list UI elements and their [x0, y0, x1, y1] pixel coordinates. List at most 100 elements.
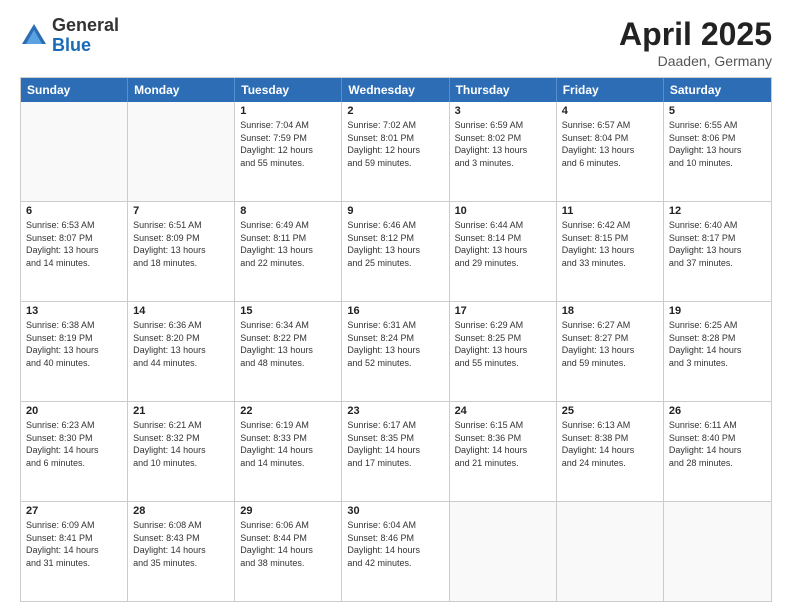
day-number: 15 [240, 305, 336, 317]
day-number: 6 [26, 205, 122, 217]
logo-icon [20, 22, 48, 50]
page: General Blue April 2025 Daaden, Germany … [0, 0, 792, 612]
cal-cell: 14 Sunrise: 6:36 AM Sunset: 8:20 PM Dayli… [128, 302, 235, 401]
cal-cell: 25 Sunrise: 6:13 AM Sunset: 8:38 PM Dayli… [557, 402, 664, 501]
cal-cell: 18 Sunrise: 6:27 AM Sunset: 8:27 PM Dayli… [557, 302, 664, 401]
cal-cell: 23 Sunrise: 6:17 AM Sunset: 8:35 PM Dayli… [342, 402, 449, 501]
day-number: 12 [669, 205, 766, 217]
cal-cell: 10 Sunrise: 6:44 AM Sunset: 8:14 PM Dayli… [450, 202, 557, 301]
cal-cell: 19 Sunrise: 6:25 AM Sunset: 8:28 PM Dayli… [664, 302, 771, 401]
cal-header-sunday: Sunday [21, 78, 128, 102]
day-info: Sunrise: 6:15 AM Sunset: 8:36 PM Dayligh… [455, 419, 551, 469]
day-number: 10 [455, 205, 551, 217]
day-number: 20 [26, 405, 122, 417]
day-number: 7 [133, 205, 229, 217]
day-info: Sunrise: 6:29 AM Sunset: 8:25 PM Dayligh… [455, 319, 551, 369]
day-info: Sunrise: 6:36 AM Sunset: 8:20 PM Dayligh… [133, 319, 229, 369]
cal-cell: 15 Sunrise: 6:34 AM Sunset: 8:22 PM Dayli… [235, 302, 342, 401]
day-info: Sunrise: 6:17 AM Sunset: 8:35 PM Dayligh… [347, 419, 443, 469]
day-info: Sunrise: 6:23 AM Sunset: 8:30 PM Dayligh… [26, 419, 122, 469]
cal-cell: 5Sunrise: 6:55 AM Sunset: 8:06 PM Daylig… [664, 102, 771, 201]
cal-cell: 2Sunrise: 7:02 AM Sunset: 8:01 PM Daylig… [342, 102, 449, 201]
cal-header-tuesday: Tuesday [235, 78, 342, 102]
cal-cell: 1 Sunrise: 7:04 AM Sunset: 7:59 PM Daylig… [235, 102, 342, 201]
day-info: Sunrise: 6:57 AM Sunset: 8:04 PM Dayligh… [562, 119, 658, 169]
cal-cell: 26 Sunrise: 6:11 AM Sunset: 8:40 PM Dayli… [664, 402, 771, 501]
month-title: April 2025 [619, 16, 772, 53]
cal-cell [450, 502, 557, 601]
cal-cell: 13Sunrise: 6:38 AM Sunset: 8:19 PM Dayli… [21, 302, 128, 401]
day-number: 9 [347, 205, 443, 217]
day-number: 1 [240, 105, 336, 117]
day-number: 28 [133, 505, 229, 517]
day-number: 23 [347, 405, 443, 417]
cal-cell: 8 Sunrise: 6:49 AM Sunset: 8:11 PM Daylig… [235, 202, 342, 301]
cal-cell: 21Sunrise: 6:21 AM Sunset: 8:32 PM Dayli… [128, 402, 235, 501]
day-info: Sunrise: 6:40 AM Sunset: 8:17 PM Dayligh… [669, 219, 766, 269]
logo-general-text: General [52, 15, 119, 35]
day-info: Sunrise: 6:49 AM Sunset: 8:11 PM Dayligh… [240, 219, 336, 269]
cal-cell: 29Sunrise: 6:06 AM Sunset: 8:44 PM Dayli… [235, 502, 342, 601]
cal-header-wednesday: Wednesday [342, 78, 449, 102]
day-info: Sunrise: 7:04 AM Sunset: 7:59 PM Dayligh… [240, 119, 336, 169]
cal-cell: 22Sunrise: 6:19 AM Sunset: 8:33 PM Dayli… [235, 402, 342, 501]
day-number: 25 [562, 405, 658, 417]
day-info: Sunrise: 6:19 AM Sunset: 8:33 PM Dayligh… [240, 419, 336, 469]
day-number: 29 [240, 505, 336, 517]
day-info: Sunrise: 6:27 AM Sunset: 8:27 PM Dayligh… [562, 319, 658, 369]
day-number: 16 [347, 305, 443, 317]
day-number: 24 [455, 405, 551, 417]
day-info: Sunrise: 6:31 AM Sunset: 8:24 PM Dayligh… [347, 319, 443, 369]
cal-cell: 20 Sunrise: 6:23 AM Sunset: 8:30 PM Dayli… [21, 402, 128, 501]
cal-cell: 3 Sunrise: 6:59 AM Sunset: 8:02 PM Daylig… [450, 102, 557, 201]
day-number: 18 [562, 305, 658, 317]
cal-cell [128, 102, 235, 201]
cal-cell: 12 Sunrise: 6:40 AM Sunset: 8:17 PM Dayli… [664, 202, 771, 301]
cal-header-friday: Friday [557, 78, 664, 102]
cal-cell: 4 Sunrise: 6:57 AM Sunset: 8:04 PM Daylig… [557, 102, 664, 201]
calendar-header-row: SundayMondayTuesdayWednesdayThursdayFrid… [21, 78, 771, 102]
day-info: Sunrise: 6:59 AM Sunset: 8:02 PM Dayligh… [455, 119, 551, 169]
day-number: 14 [133, 305, 229, 317]
day-number: 11 [562, 205, 658, 217]
logo: General Blue [20, 16, 119, 56]
day-number: 4 [562, 105, 658, 117]
day-number: 27 [26, 505, 122, 517]
day-info: Sunrise: 6:38 AM Sunset: 8:19 PM Dayligh… [26, 319, 122, 369]
day-number: 8 [240, 205, 336, 217]
day-info: Sunrise: 6:42 AM Sunset: 8:15 PM Dayligh… [562, 219, 658, 269]
calendar-body: 1 Sunrise: 7:04 AM Sunset: 7:59 PM Daylig… [21, 102, 771, 601]
day-info: Sunrise: 6:13 AM Sunset: 8:38 PM Dayligh… [562, 419, 658, 469]
day-number: 19 [669, 305, 766, 317]
day-info: Sunrise: 6:11 AM Sunset: 8:40 PM Dayligh… [669, 419, 766, 469]
day-number: 5 [669, 105, 766, 117]
day-number: 30 [347, 505, 443, 517]
day-info: Sunrise: 6:51 AM Sunset: 8:09 PM Dayligh… [133, 219, 229, 269]
day-info: Sunrise: 6:44 AM Sunset: 8:14 PM Dayligh… [455, 219, 551, 269]
calendar: SundayMondayTuesdayWednesdayThursdayFrid… [20, 77, 772, 602]
day-info: Sunrise: 6:34 AM Sunset: 8:22 PM Dayligh… [240, 319, 336, 369]
logo-blue-text: Blue [52, 35, 91, 55]
cal-week-2: 6 Sunrise: 6:53 AM Sunset: 8:07 PM Daylig… [21, 201, 771, 301]
cal-cell: 9Sunrise: 6:46 AM Sunset: 8:12 PM Daylig… [342, 202, 449, 301]
title-block: April 2025 Daaden, Germany [619, 16, 772, 69]
cal-week-5: 27 Sunrise: 6:09 AM Sunset: 8:41 PM Dayli… [21, 501, 771, 601]
cal-cell [21, 102, 128, 201]
day-number: 26 [669, 405, 766, 417]
logo-text: General Blue [52, 16, 119, 56]
cal-week-4: 20 Sunrise: 6:23 AM Sunset: 8:30 PM Dayli… [21, 401, 771, 501]
day-info: Sunrise: 6:53 AM Sunset: 8:07 PM Dayligh… [26, 219, 122, 269]
day-info: Sunrise: 6:04 AM Sunset: 8:46 PM Dayligh… [347, 519, 443, 569]
cal-cell: 7 Sunrise: 6:51 AM Sunset: 8:09 PM Daylig… [128, 202, 235, 301]
cal-cell: 28Sunrise: 6:08 AM Sunset: 8:43 PM Dayli… [128, 502, 235, 601]
cal-cell [664, 502, 771, 601]
day-info: Sunrise: 6:09 AM Sunset: 8:41 PM Dayligh… [26, 519, 122, 569]
day-number: 21 [133, 405, 229, 417]
day-number: 3 [455, 105, 551, 117]
cal-header-thursday: Thursday [450, 78, 557, 102]
day-info: Sunrise: 6:25 AM Sunset: 8:28 PM Dayligh… [669, 319, 766, 369]
cal-cell: 30 Sunrise: 6:04 AM Sunset: 8:46 PM Dayli… [342, 502, 449, 601]
cal-cell: 17 Sunrise: 6:29 AM Sunset: 8:25 PM Dayli… [450, 302, 557, 401]
location: Daaden, Germany [619, 53, 772, 69]
day-number: 17 [455, 305, 551, 317]
